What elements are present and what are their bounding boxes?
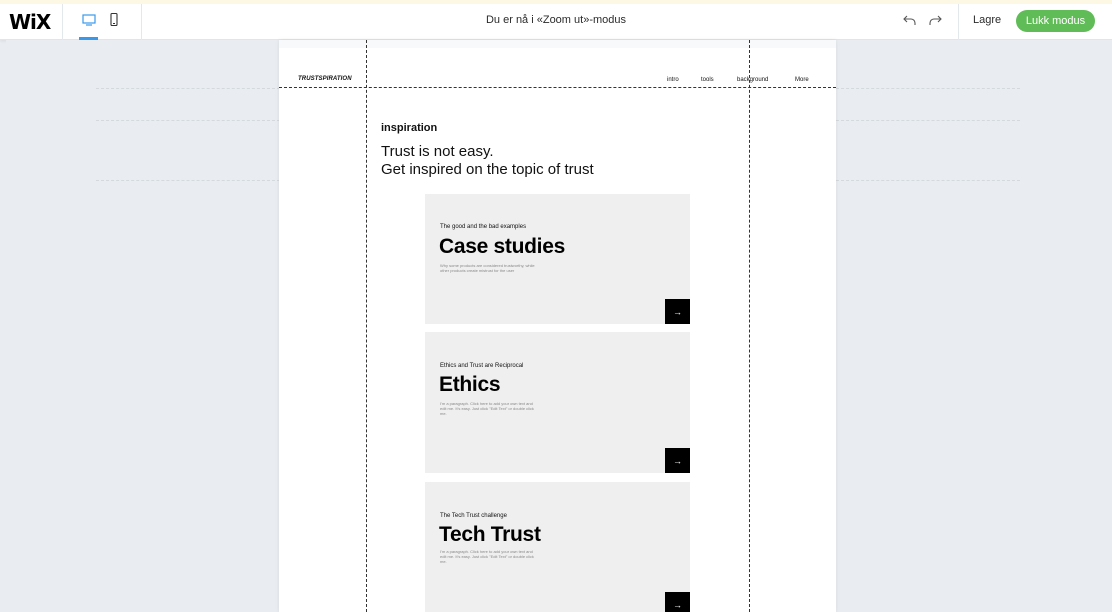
nav-item-tools[interactable]: tools [701,77,714,83]
card-arrow-button[interactable]: → [665,299,690,324]
arrow-right-icon: → [673,306,682,317]
section-guide [96,88,280,89]
site-brand[interactable]: TRUSTSPIRATION [298,76,352,82]
card-case-studies[interactable]: The good and the bad examples Case studi… [425,194,690,324]
top-bar-highlight [0,0,1112,4]
mode-title: Du er nå i «Zoom ut»-modus [485,14,626,26]
card-arrow-button[interactable]: → [665,592,690,612]
card-title: Tech Trust [439,523,541,546]
header-boundary-guide [279,87,836,88]
section-guide [836,180,1020,181]
undo-icon [903,15,916,25]
arrow-right-icon: → [673,599,682,610]
intro-line: Get inspired on the topic of trust [381,161,594,178]
card-description: Why some products are considered trustwo… [440,263,535,273]
nav-item-background[interactable]: background [737,77,768,83]
card-title: Case studies [439,235,565,258]
redo-button[interactable] [926,11,944,29]
card-kicker: The good and the bad examples [440,224,527,230]
card-ethics[interactable]: Ethics and Trust are Reciprocal Ethics I… [425,332,690,473]
section-guide [836,120,1020,121]
divider [958,4,959,40]
grid-guide-left [366,40,367,612]
section-guide [96,180,280,181]
section-eyebrow: inspiration [381,122,438,134]
arrow-right-icon: → [673,455,682,466]
card-arrow-button[interactable]: → [665,448,690,473]
card-description: I'm a paragraph. Click here to add your … [440,401,534,416]
section-guide [96,120,280,121]
intro-line: Trust is not easy. [381,143,494,160]
undo-button[interactable] [901,11,919,29]
nav-item-intro[interactable]: intro [667,77,679,83]
intro-text: Trust is not easy. Get inspired on the t… [381,143,594,179]
card-kicker: Ethics and Trust are Reciprocal [440,363,524,369]
close-mode-button[interactable]: Lukk modus [1016,10,1095,32]
site-page[interactable]: TRUSTSPIRATION intro tools background Mo… [279,40,836,612]
card-description: I'm a paragraph. Click here to add your … [440,549,534,564]
card-title: Ethics [439,373,501,396]
nav-item-more[interactable]: More [795,77,809,83]
page-header-strip [279,40,836,48]
section-guide [836,88,1020,89]
grid-guide-right [749,40,750,612]
card-kicker: The Tech Trust challenge [440,513,507,519]
editor-top-bar: WiX Du er nå i «Zoom ut»-modus Lagre Luk… [0,0,1112,40]
redo-icon [929,15,942,25]
card-tech-trust[interactable]: The Tech Trust challenge Tech Trust I'm … [425,482,690,612]
save-button[interactable]: Lagre [973,14,1001,26]
